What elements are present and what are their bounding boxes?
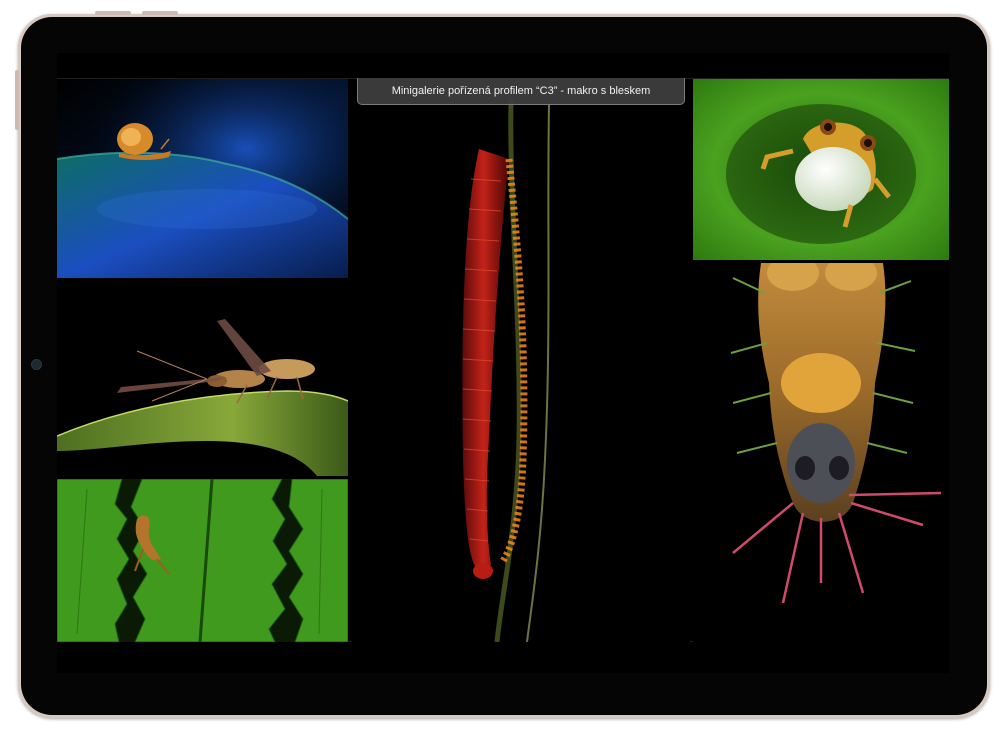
- gallery-caption: Minigalerie pořízená profilem “C3” - mak…: [357, 78, 685, 105]
- tablet-screen: Minigalerie pořízená profilem “C3” - mak…: [57, 53, 949, 673]
- photo-calling-frog[interactable]: [693, 79, 949, 260]
- top-button: [95, 11, 131, 15]
- side-button: [15, 70, 19, 130]
- photo-snail[interactable]: [57, 79, 348, 278]
- millipede-image: [351, 79, 690, 642]
- snail-image: [57, 79, 348, 278]
- photo-wasp[interactable]: [57, 281, 348, 476]
- front-camera-icon: [31, 359, 42, 370]
- photo-millipede[interactable]: [351, 79, 690, 642]
- top-button: [142, 11, 178, 15]
- caterpillar-image: [693, 263, 949, 642]
- fern-frog-image: [57, 479, 348, 642]
- wasp-image: [57, 281, 348, 476]
- photo-fern-frog[interactable]: [57, 479, 348, 642]
- photo-caterpillar[interactable]: [693, 263, 949, 642]
- calling-frog-image: [693, 79, 949, 260]
